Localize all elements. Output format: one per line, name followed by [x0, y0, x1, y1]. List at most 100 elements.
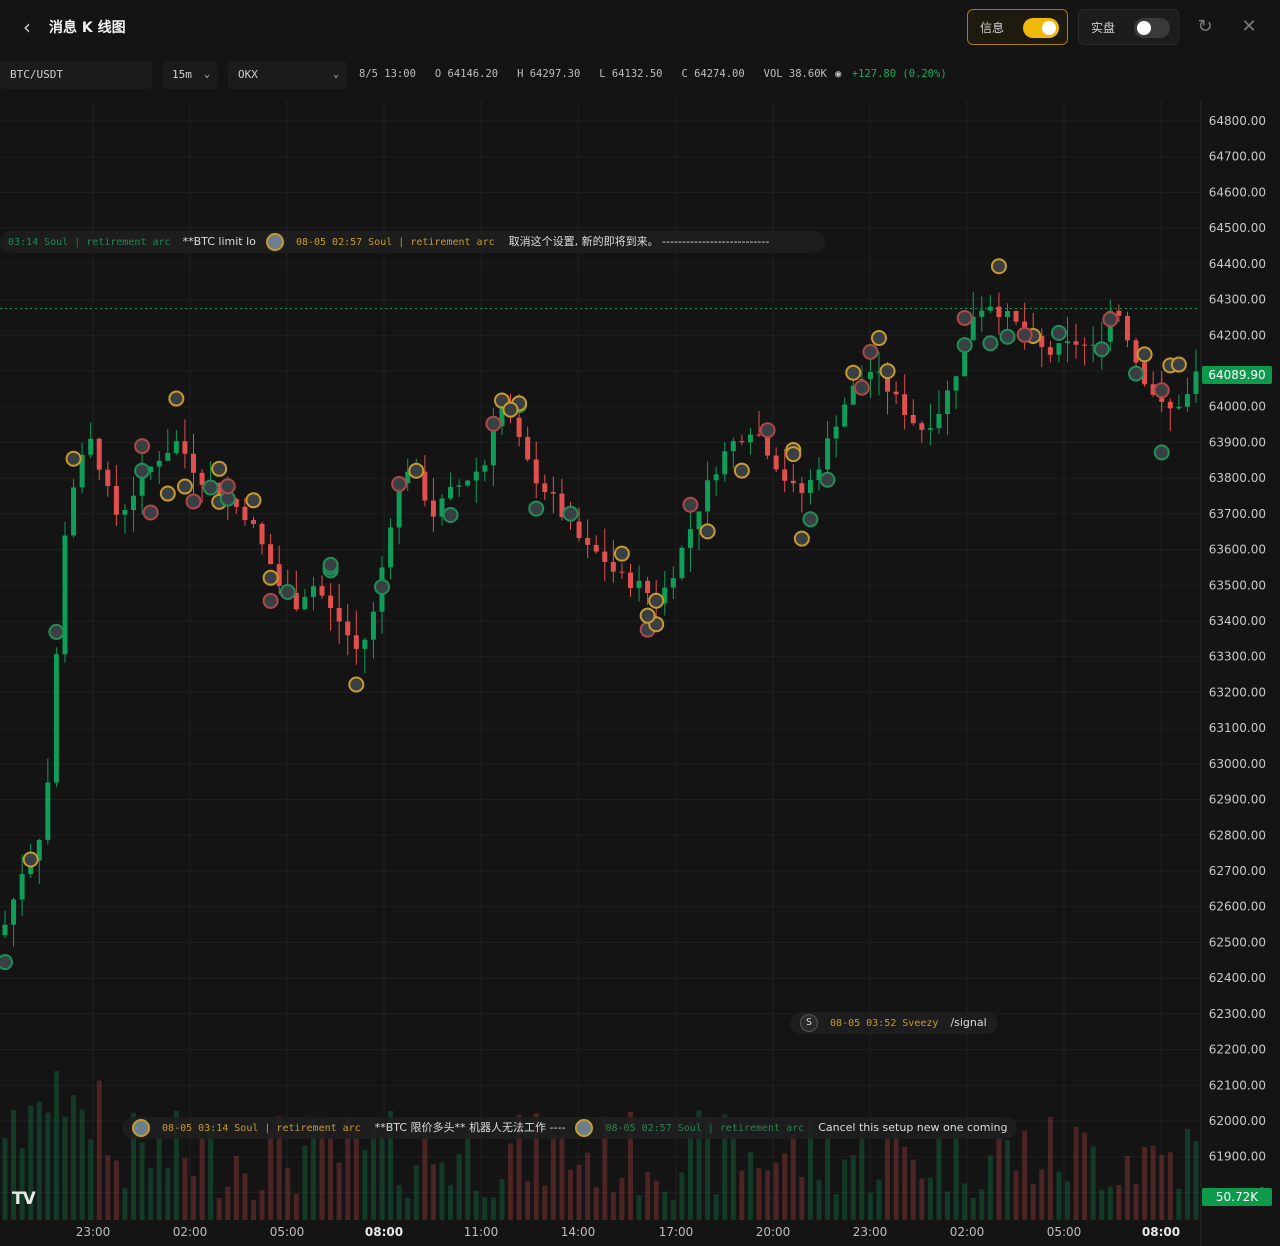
- message-marker: [733, 462, 750, 479]
- eye-icon[interactable]: ◉: [835, 68, 841, 80]
- message-marker: [48, 623, 65, 640]
- exchange-select[interactable]: OKX ⌄: [228, 61, 347, 89]
- volume-bar: [139, 1142, 145, 1220]
- candle-body: [799, 483, 805, 493]
- y-tick-label: 62800.00: [1209, 828, 1266, 842]
- volume-bar: [636, 1195, 642, 1220]
- candle-body: [722, 451, 728, 475]
- refresh-icon[interactable]: ↻: [1192, 14, 1218, 40]
- volume-bar: [816, 1179, 822, 1220]
- message-marker: [1153, 444, 1170, 461]
- volume-bar: [285, 1167, 291, 1220]
- candle-body: [250, 520, 256, 524]
- message-marker: [699, 523, 716, 540]
- interval-select[interactable]: 15m ⌄: [162, 61, 218, 89]
- candle-body: [199, 472, 205, 485]
- message-marker: [1170, 356, 1187, 373]
- y-tick-label: 64800.00: [1209, 114, 1266, 128]
- y-tick-label: 63800.00: [1209, 471, 1266, 485]
- volume-bar: [1030, 1184, 1036, 1220]
- volume-bar: [799, 1177, 805, 1220]
- volume-bar: [833, 1193, 839, 1220]
- x-tick-label: 14:00: [561, 1225, 596, 1239]
- candlestick-chart[interactable]: 64800.00 64700.00 64600.00 64500.00 64400.00…: [0, 100, 1280, 1246]
- x-tick-label: 20:00: [756, 1225, 791, 1239]
- candle-body: [370, 611, 376, 640]
- volume-bar: [576, 1164, 582, 1220]
- message-marker: [219, 478, 236, 495]
- candle-body: [927, 428, 933, 430]
- volume-bar: [508, 1143, 514, 1220]
- candle-body: [1004, 311, 1010, 318]
- y-tick-label: 64500.00: [1209, 221, 1266, 235]
- volume-bar: [156, 1133, 162, 1220]
- volume-bar: [448, 1185, 454, 1220]
- candle-body: [790, 480, 796, 484]
- symbol-input[interactable]: BTC/USDT: [0, 61, 152, 89]
- close-icon[interactable]: ✕: [1236, 14, 1262, 40]
- volume-bar: [250, 1199, 256, 1220]
- ticker-message: **BTC 限价多头** 机器人无法工作 ----: [374, 1121, 566, 1134]
- y-tick-label: 62900.00: [1209, 793, 1266, 807]
- volume-bar: [88, 1139, 94, 1220]
- volume-bar: [867, 1192, 873, 1220]
- live-switch[interactable]: [1134, 18, 1170, 38]
- volume-bar: [713, 1194, 719, 1220]
- volume-bar: [328, 1138, 334, 1220]
- candle-body: [867, 372, 873, 379]
- candle-body: [576, 521, 582, 539]
- volume-bar: [1090, 1146, 1096, 1220]
- message-marker: [134, 462, 151, 479]
- ohlc-time: 8/5 13:00: [359, 68, 416, 80]
- tradingview-logo: TV: [12, 1189, 36, 1209]
- message-marker: [262, 569, 279, 586]
- message-marker: [0, 954, 13, 971]
- candle-body: [636, 580, 642, 589]
- ticker-message: 取消这个设置, 新的即将到来。 ------------------------…: [508, 235, 770, 248]
- message-marker: [168, 390, 185, 407]
- candle-body: [353, 635, 359, 649]
- info-switch[interactable]: [1023, 18, 1059, 38]
- volume-bar: [233, 1156, 239, 1220]
- candle-body: [953, 376, 959, 391]
- message-marker: [802, 511, 819, 528]
- volume-bar: [525, 1181, 531, 1220]
- ohlc-volume: VOL 38.60K: [763, 68, 827, 80]
- candle-body: [593, 544, 599, 552]
- volume-bar: [542, 1185, 548, 1220]
- y-tick-label: 63600.00: [1209, 543, 1266, 557]
- candle-body: [448, 486, 454, 499]
- back-icon[interactable]: ‹: [16, 14, 38, 40]
- candle-body: [96, 438, 102, 470]
- top-bar: ‹ 消息 K 线图 信息 实盘 ↻ ✕: [0, 0, 1280, 55]
- y-tick-label: 64400.00: [1209, 257, 1266, 271]
- ohlc-close: C 64274.00: [681, 68, 745, 80]
- message-ticker-top[interactable]: 03:14 Soul | retirement arc **BTC limit …: [0, 231, 825, 253]
- live-toggle[interactable]: 实盘: [1078, 9, 1179, 45]
- volume-bar: [662, 1191, 668, 1220]
- volume-bar: [996, 1137, 1002, 1220]
- volume-bar: [610, 1192, 616, 1220]
- candle-body: [516, 417, 522, 437]
- candle-body: [268, 544, 274, 565]
- volume-bar: [585, 1152, 591, 1220]
- volume-bar: [1056, 1171, 1062, 1220]
- volume-bar: [893, 1128, 899, 1220]
- info-toggle[interactable]: 信息: [967, 9, 1068, 45]
- candle-body: [919, 423, 925, 430]
- candle-body: [739, 441, 745, 443]
- candle-body: [705, 480, 711, 512]
- candle-body: [627, 572, 633, 589]
- candle-body: [11, 899, 17, 925]
- y-tick-label: 64200.00: [1209, 328, 1266, 342]
- message-marker: [785, 446, 802, 463]
- volume-bar: [550, 1136, 556, 1220]
- y-tick-label: 62600.00: [1209, 900, 1266, 914]
- message-marker: [990, 258, 1007, 275]
- message-marker: [159, 485, 176, 502]
- signal-message[interactable]: S 08-05 03:52 Sveezy /signal: [790, 1012, 998, 1034]
- avatar: [575, 1119, 594, 1137]
- volume-bar: [1039, 1169, 1045, 1220]
- message-ticker-bottom[interactable]: 08-05 03:14 Soul | retirement arc **BTC …: [122, 1117, 1017, 1139]
- volume-bar: [1167, 1152, 1173, 1220]
